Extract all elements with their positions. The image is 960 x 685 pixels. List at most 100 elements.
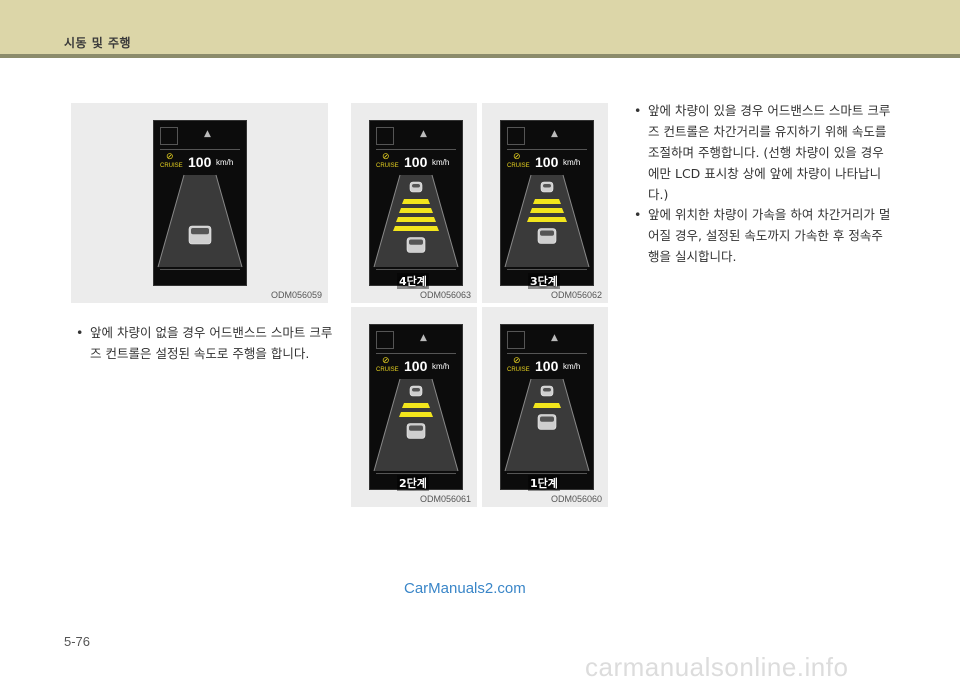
figure-code: ODM056063 — [419, 290, 471, 300]
car-window — [540, 416, 554, 422]
road-graphic — [504, 174, 590, 268]
separator — [376, 149, 456, 150]
level-label: 2단계 — [397, 475, 429, 491]
speed-value: 100 — [535, 358, 559, 374]
site-watermark: carmanualsonline.info — [585, 652, 849, 682]
figure-code: ODM056061 — [419, 494, 471, 504]
right-bullet: • 앞에 위치한 차량이 가속을 하여 차간거리가 멀어질 경우, 설정된 속도… — [634, 204, 892, 267]
speed-unit: km/h — [432, 362, 450, 371]
cluster-screen: ▲ ⊘ CRUISE 100 km/h — [369, 324, 463, 490]
distance-bar — [533, 403, 561, 408]
right-bullet: • 앞에 차량이 있을 경우 어드밴스드 스마트 크루즈 컨트롤은 차간거리를 … — [634, 100, 892, 205]
lead-vehicle — [540, 181, 554, 193]
distance-bar — [533, 199, 561, 204]
level-label: 4단계 — [397, 273, 429, 289]
left-bullet: • 앞에 차량이 없을 경우 어드밴스드 스마트 크루즈 컨트롤은 설정된 속도… — [76, 322, 338, 364]
road-graphic — [373, 378, 459, 472]
header-rule — [0, 54, 960, 58]
speed-unit: km/h — [563, 158, 581, 167]
distance-bar — [402, 199, 430, 204]
car-window — [412, 184, 420, 188]
cruise-label: CRUISE — [507, 367, 530, 373]
status-box — [507, 127, 525, 145]
distance-bar — [402, 403, 430, 408]
bullet-dot: • — [634, 103, 642, 118]
cluster-screen: ▲ ⊘ CRUISE 100 km/h — [153, 120, 247, 286]
speed-unit: km/h — [432, 158, 450, 167]
cruise-icon: ⊘ — [382, 151, 390, 161]
separator — [376, 473, 456, 474]
car-window — [409, 425, 423, 431]
car-window — [543, 184, 551, 188]
speed-value: 100 — [188, 154, 212, 170]
figure-panel-level-1: ▲ ⊘ CRUISE 100 km/h 1단계 ODM056060 — [482, 307, 608, 507]
car-ahead-icon: ▲ — [551, 333, 558, 343]
car-window — [540, 230, 554, 236]
header-band — [0, 0, 960, 54]
cruise-label: CRUISE — [507, 163, 530, 169]
page-number: 5-76 — [64, 634, 91, 649]
separator — [507, 473, 587, 474]
separator — [160, 269, 240, 270]
figure-panel-level-2: ▲ ⊘ CRUISE 100 km/h 2단계 ODM056061 — [351, 307, 477, 507]
cluster-screen: ▲ ⊘ CRUISE 100 km/h — [500, 120, 594, 286]
speed-unit: km/h — [216, 158, 234, 167]
separator — [507, 149, 587, 150]
figure-code: ODM056059 — [270, 290, 322, 300]
lead-vehicle — [409, 385, 423, 397]
car-window — [191, 228, 209, 235]
distance-bar — [530, 208, 564, 213]
car-window — [409, 239, 423, 245]
bullet-dot: • — [76, 325, 84, 340]
distance-bar — [399, 412, 433, 417]
cluster-screen: ▲ ⊘ CRUISE 100 km/h — [369, 120, 463, 286]
own-vehicle — [406, 423, 426, 439]
car-window — [543, 388, 551, 392]
cruise-label: CRUISE — [160, 163, 183, 169]
road-graphic — [373, 174, 459, 268]
level-label: 3단계 — [528, 273, 560, 289]
cruise-icon: ⊘ — [382, 355, 390, 365]
separator — [376, 353, 456, 354]
figure-code: ODM056062 — [550, 290, 602, 300]
figure-panel-level-3: ▲ ⊘ CRUISE 100 km/h 3단계 ODM056062 — [482, 103, 608, 303]
lead-vehicle — [409, 181, 423, 193]
bullet-dot: • — [634, 207, 642, 222]
status-box — [376, 127, 394, 145]
watermark-link[interactable]: CarManuals2.com — [404, 580, 526, 597]
road-graphic — [157, 174, 243, 268]
separator — [160, 149, 240, 150]
speed-value: 100 — [404, 154, 428, 170]
status-box — [376, 331, 394, 349]
figure-panel-main: ▲ ⊘ CRUISE 100 km/h ODM056059 — [71, 103, 328, 303]
section-title: 시동 및 주행 — [64, 36, 132, 50]
own-vehicle — [537, 228, 557, 244]
cruise-icon: ⊘ — [513, 355, 521, 365]
distance-bar — [396, 217, 436, 222]
status-box — [507, 331, 525, 349]
cruise-label: CRUISE — [376, 367, 399, 373]
cruise-label: CRUISE — [376, 163, 399, 169]
bullet-text: 앞에 차량이 없을 경우 어드밴스드 스마트 크루즈 컨트롤은 설정된 속도로 … — [90, 325, 333, 361]
speed-value: 100 — [404, 358, 428, 374]
lead-vehicle — [540, 385, 554, 397]
bullet-text: 앞에 차량이 있을 경우 어드밴스드 스마트 크루즈 컨트롤은 차간거리를 유지… — [648, 103, 891, 202]
speed-unit: km/h — [563, 362, 581, 371]
figure-code: ODM056060 — [550, 494, 602, 504]
bullet-text: 앞에 위치한 차량이 가속을 하여 차간거리가 멀어질 경우, 설정된 속도까지… — [648, 207, 891, 264]
level-label: 1단계 — [528, 475, 560, 491]
car-ahead-icon: ▲ — [420, 333, 427, 343]
figure-panel-level-4: ▲ ⊘ CRUISE 100 km/h 4단계 ODM056063 — [351, 103, 477, 303]
car-ahead-icon: ▲ — [551, 129, 558, 139]
distance-bar — [393, 226, 439, 231]
own-vehicle — [537, 414, 557, 430]
distance-bar — [527, 217, 567, 222]
car-ahead-icon: ▲ — [420, 129, 427, 139]
cruise-icon: ⊘ — [513, 151, 521, 161]
distance-bar — [399, 208, 433, 213]
car-window — [412, 388, 420, 392]
road-graphic — [504, 378, 590, 472]
status-box — [160, 127, 178, 145]
separator — [376, 269, 456, 270]
cluster-screen: ▲ ⊘ CRUISE 100 km/h — [500, 324, 594, 490]
